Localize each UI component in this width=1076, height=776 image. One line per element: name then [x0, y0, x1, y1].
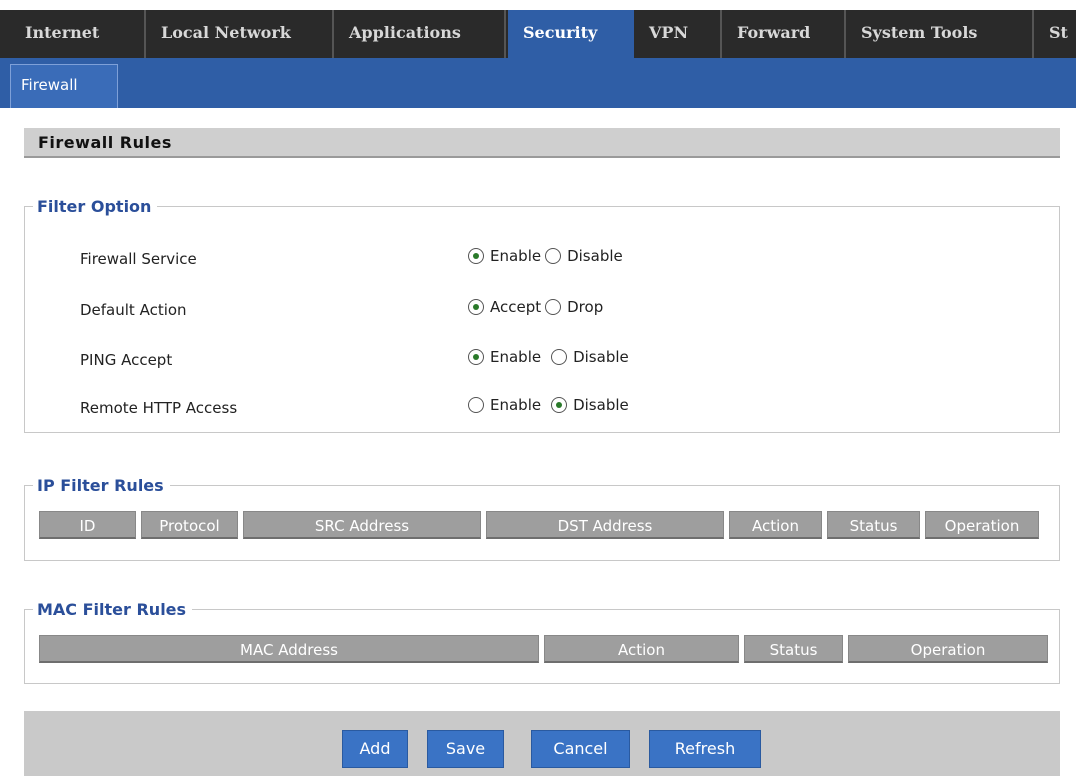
column-header-action: Action: [544, 635, 739, 663]
option-label: Disable: [567, 247, 623, 265]
ip-filter-table-header: ID Protocol SRC Address DST Address Acti…: [39, 511, 1039, 541]
remote-http-enable-option[interactable]: Enable: [468, 396, 541, 414]
firewall-service-disable-option[interactable]: Disable: [545, 247, 623, 265]
subtab-firewall[interactable]: Firewall: [10, 64, 118, 108]
ping-accept-row: PING Accept Enable Disable: [25, 348, 1059, 374]
tab-security[interactable]: Security: [508, 10, 634, 60]
radio-unselected-icon[interactable]: [551, 349, 568, 365]
mac-filter-table-header: MAC Address Action Status Operation: [39, 635, 1048, 665]
radio-selected-icon[interactable]: [551, 397, 568, 413]
default-action-accept-option[interactable]: Accept: [468, 298, 541, 316]
cancel-button[interactable]: Cancel: [531, 730, 630, 768]
remote-http-access-row: Remote HTTP Access Enable Disable: [25, 396, 1059, 422]
tab-vpn[interactable]: VPN: [634, 10, 722, 58]
option-label: Disable: [573, 396, 629, 414]
column-header-mac-address: MAC Address: [39, 635, 539, 663]
radio-unselected-icon[interactable]: [545, 299, 562, 315]
ip-filter-rules-legend: IP Filter Rules: [37, 476, 164, 495]
filter-option-legend: Filter Option: [37, 197, 152, 216]
filter-option-panel: Filter Option Firewall Service Enable Di…: [24, 197, 1060, 433]
radio-selected-icon[interactable]: [468, 248, 484, 264]
column-header-operation: Operation: [848, 635, 1048, 663]
default-action-drop-option[interactable]: Drop: [545, 298, 603, 316]
save-button[interactable]: Save: [427, 730, 504, 768]
ping-accept-label: PING Accept: [80, 351, 173, 369]
option-label: Enable: [490, 396, 542, 414]
tab-internet[interactable]: Internet: [10, 10, 146, 58]
firewall-service-label: Firewall Service: [80, 250, 197, 268]
ip-filter-rules-panel: IP Filter Rules ID Protocol SRC Address …: [24, 476, 1060, 561]
tab-applications[interactable]: Applications: [334, 10, 506, 58]
column-header-action: Action: [729, 511, 822, 539]
column-header-status: Status: [744, 635, 843, 663]
default-action-row: Default Action Accept Drop: [25, 298, 1059, 324]
column-header-src-address: SRC Address: [243, 511, 481, 539]
radio-selected-icon[interactable]: [468, 299, 484, 315]
add-button[interactable]: Add: [342, 730, 408, 768]
firewall-service-row: Firewall Service Enable Disable: [25, 247, 1059, 273]
refresh-button[interactable]: Refresh: [649, 730, 761, 768]
option-label: Accept: [490, 298, 542, 316]
remote-http-disable-option[interactable]: Disable: [551, 396, 629, 414]
option-label: Enable: [490, 348, 542, 366]
column-header-dst-address: DST Address: [486, 511, 724, 539]
radio-unselected-icon[interactable]: [468, 397, 484, 413]
radio-selected-icon[interactable]: [468, 349, 484, 365]
firewall-service-enable-option[interactable]: Enable: [468, 247, 541, 265]
radio-unselected-icon[interactable]: [545, 248, 562, 264]
option-label: Enable: [490, 247, 542, 265]
tab-forward[interactable]: Forward: [722, 10, 846, 58]
tab-system-tools[interactable]: System Tools: [846, 10, 1034, 58]
column-header-id: ID: [39, 511, 136, 539]
page-title: Firewall Rules: [24, 128, 1060, 158]
sub-navigation: [0, 58, 1076, 108]
ping-accept-enable-option[interactable]: Enable: [468, 348, 541, 366]
tab-status-truncated[interactable]: St: [1034, 10, 1076, 58]
remote-http-access-label: Remote HTTP Access: [80, 399, 238, 417]
column-header-status: Status: [827, 511, 920, 539]
column-header-protocol: Protocol: [141, 511, 238, 539]
option-label: Drop: [567, 298, 604, 316]
default-action-label: Default Action: [80, 301, 187, 319]
action-bar: Add Save Cancel Refresh: [24, 711, 1060, 776]
column-header-operation: Operation: [925, 511, 1039, 539]
tab-local-network[interactable]: Local Network: [146, 10, 334, 58]
mac-filter-rules-legend: MAC Filter Rules: [37, 600, 187, 619]
option-label: Disable: [573, 348, 629, 366]
ping-accept-disable-option[interactable]: Disable: [551, 348, 629, 366]
mac-filter-rules-panel: MAC Filter Rules MAC Address Action Stat…: [24, 600, 1060, 684]
